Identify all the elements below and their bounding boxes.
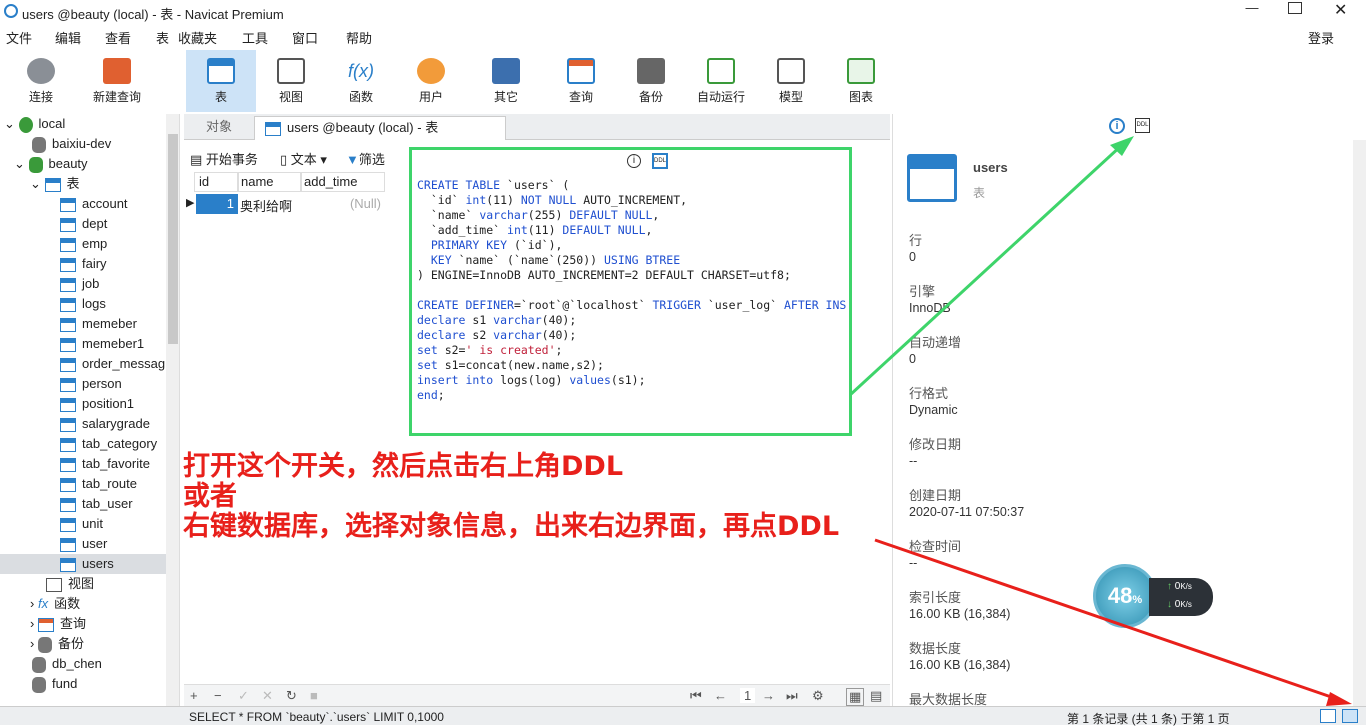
red-arrowhead: [1326, 692, 1352, 706]
annotation-arrows: [848, 136, 1352, 706]
red-arrow: [874, 538, 1341, 702]
green-arrow: [848, 143, 1124, 397]
